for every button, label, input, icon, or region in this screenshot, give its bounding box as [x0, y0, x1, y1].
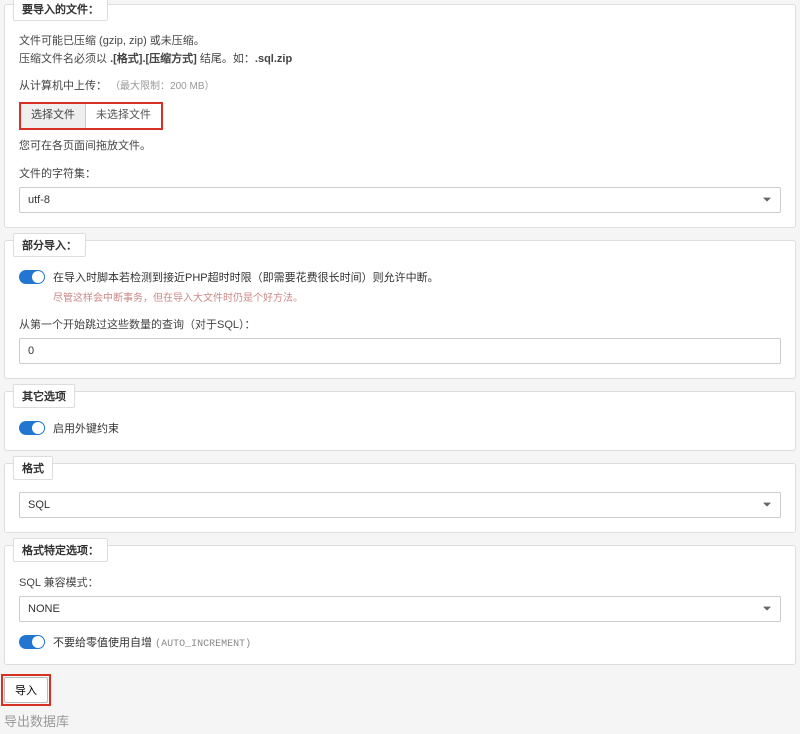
foreign-key-label: 启用外键约束 — [53, 420, 119, 436]
allow-interrupt-toggle[interactable] — [19, 270, 45, 284]
upload-hint: （最大限制：200 MB） — [110, 81, 214, 92]
panel-legend: 要导入的文件： — [13, 0, 108, 21]
choose-file-button[interactable]: 选择文件 — [21, 104, 86, 128]
other-options-panel: 其它选项 启用外键约束 — [4, 391, 796, 451]
compress-line2: 压缩文件名必须以 .[格式].[压缩方式] 结尾。如：.sql.zip — [19, 51, 781, 69]
allow-interrupt-label: 在导入时脚本若检测到接近PHP超时时限（即需要花费很长时间）则允许中断。 — [53, 269, 439, 285]
panel-legend: 部分导入： — [13, 233, 86, 257]
charset-label: 文件的字符集： — [19, 165, 781, 181]
no-auto-increment-label: 不要给零值使用自增 (AUTO_INCREMENT) — [53, 634, 251, 650]
submit-wrap: 导入 — [4, 677, 48, 703]
interrupt-hint: 尽管这样会中断事务，但在导入大文件时仍是个好方法。 — [53, 289, 439, 304]
panel-legend: 格式特定选项： — [13, 538, 108, 562]
format-select[interactable]: SQL — [19, 492, 781, 518]
compress-line1: 文件可能已压缩 (gzip, zip) 或未压缩。 — [19, 33, 781, 51]
foreign-key-toggle[interactable] — [19, 421, 45, 435]
panel-legend: 格式 — [13, 456, 53, 480]
upload-label-row: 从计算机中上传： （最大限制：200 MB） — [19, 78, 781, 96]
upload-label: 从计算机中上传： — [19, 80, 107, 92]
format-panel: 格式 SQL — [4, 463, 796, 533]
no-auto-increment-zero-toggle[interactable] — [19, 635, 45, 649]
drag-hint: 您可在各页面间拖放文件。 — [19, 138, 781, 156]
compress-info: 文件可能已压缩 (gzip, zip) 或未压缩。 压缩文件名必须以 .[格式]… — [19, 33, 781, 68]
skip-queries-input[interactable] — [19, 338, 781, 364]
file-import-panel: 要导入的文件： 文件可能已压缩 (gzip, zip) 或未压缩。 压缩文件名必… — [4, 4, 796, 228]
import-button[interactable]: 导入 — [4, 677, 48, 703]
format-options-panel: 格式特定选项： SQL 兼容模式： NONE 不要给零值使用自增 (AUTO_I… — [4, 545, 796, 665]
sql-compat-label: SQL 兼容模式： — [19, 574, 781, 590]
footer-text: 导出数据库 — [4, 711, 796, 730]
file-name-text: 未选择文件 — [86, 107, 161, 125]
sql-compat-select[interactable]: NONE — [19, 596, 781, 622]
panel-legend: 其它选项 — [13, 384, 75, 408]
partial-import-panel: 部分导入： 在导入时脚本若检测到接近PHP超时时限（即需要花费很长时间）则允许中… — [4, 240, 796, 379]
file-input[interactable]: 选择文件 未选择文件 — [21, 104, 161, 128]
charset-select[interactable]: utf-8 — [19, 187, 781, 213]
file-picker-highlight: 选择文件 未选择文件 — [19, 102, 163, 130]
skip-queries-label: 从第一个开始跳过这些数量的查询（对于SQL）： — [19, 316, 781, 332]
